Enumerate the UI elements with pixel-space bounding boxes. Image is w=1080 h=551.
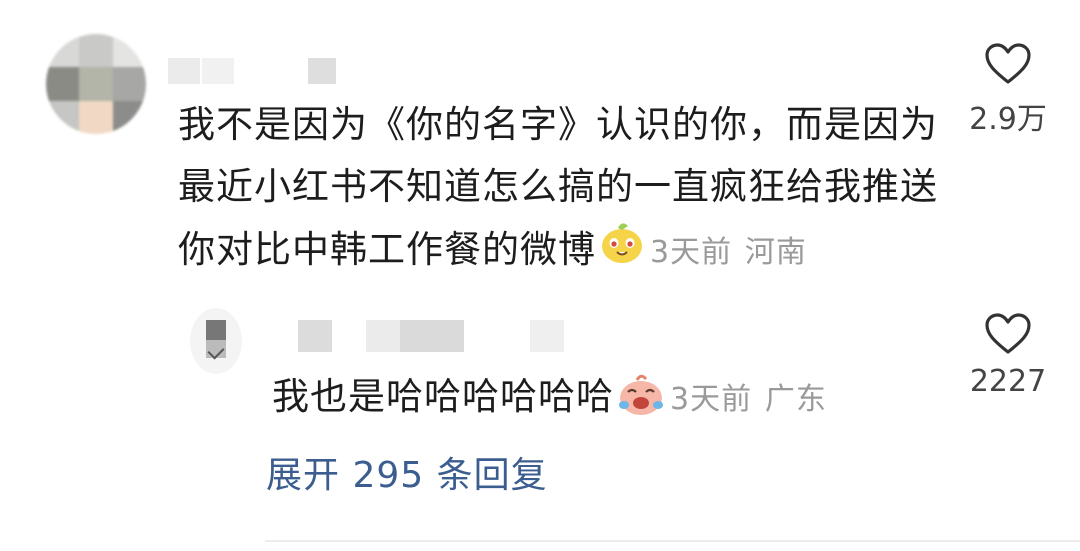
reply-text: 我也是哈哈哈哈哈哈 3天前 广东 <box>272 366 827 427</box>
comment-location: 河南 <box>744 235 807 270</box>
expand-replies-link[interactable]: 展开 295 条回复 <box>266 446 548 498</box>
avatar[interactable] <box>46 34 146 134</box>
divider <box>265 540 1080 542</box>
reply-location: 广东 <box>764 382 827 417</box>
crying-laughing-pink-face-emoji <box>616 370 666 427</box>
heart-icon[interactable] <box>984 313 1032 360</box>
reply-body: 我也是哈哈哈哈哈哈 <box>272 375 614 418</box>
heart-icon[interactable] <box>984 43 1032 90</box>
reply-like-count: 2227 <box>969 364 1047 399</box>
reply-like[interactable]: 2227 <box>953 312 1063 399</box>
comment-like-count: 2.9万 <box>969 102 1047 137</box>
reply-time: 3天前 <box>670 382 753 417</box>
comment-time: 3天前 <box>650 235 733 270</box>
smiling-yellow-face-emoji <box>598 218 646 285</box>
comment-body: 我不是因为《你的名字》认识的你，而是因为最近小红书不知道怎么搞的一直疯狂给我推送… <box>178 103 938 271</box>
reply-avatar[interactable] <box>190 308 242 374</box>
comment-like[interactable]: 2.9万 <box>953 42 1063 138</box>
reply-username-blurred[interactable] <box>298 320 578 352</box>
username-blurred[interactable] <box>168 58 348 84</box>
comment-text: 我不是因为《你的名字》认识的你，而是因为最近小红书不知道怎么搞的一直疯狂给我推送… <box>178 94 938 285</box>
